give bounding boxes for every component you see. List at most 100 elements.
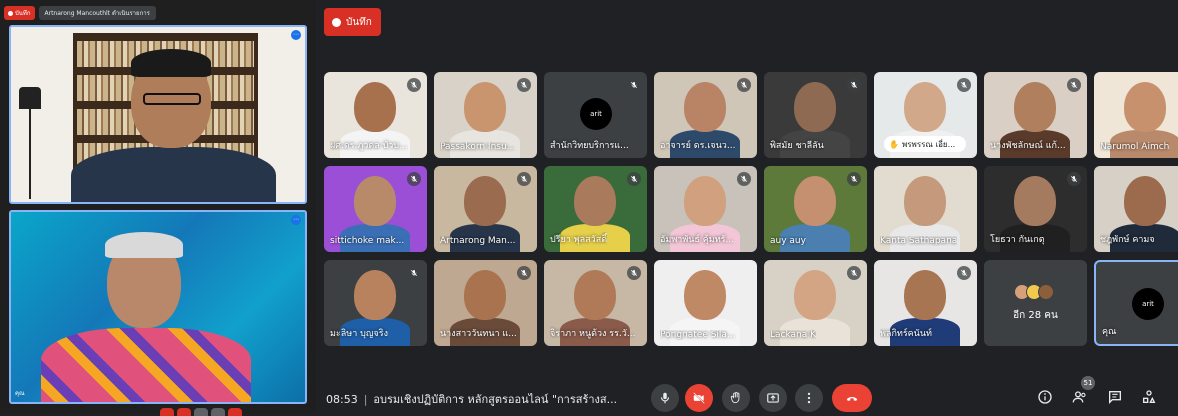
mini-control-icon[interactable] (160, 408, 174, 416)
participant-face (794, 82, 836, 132)
participant-tile[interactable]: พลกิทร์คนันท์ (874, 260, 977, 346)
mic-off-icon (737, 78, 751, 92)
chat-button[interactable] (1104, 386, 1126, 408)
meeting-time: 08:53 (326, 393, 358, 406)
participant-face (464, 176, 506, 226)
mini-control-icon[interactable] (211, 408, 225, 416)
mini-control-icon[interactable] (194, 408, 208, 416)
participant-name: Pongnatee Sila... (660, 330, 736, 340)
participant-face (794, 270, 836, 320)
participant-tile[interactable]: ✋ พรพรรณ เอี่ย... (874, 72, 977, 158)
others-count-label: อีก 28 คน (1013, 309, 1058, 321)
more-options-button[interactable] (795, 384, 823, 412)
activities-button[interactable] (1138, 386, 1160, 408)
mic-icon (660, 392, 670, 404)
participant-tile[interactable]: จิราภา หนูด้วง รร.วั... (544, 260, 647, 346)
participant-tile[interactable]: Lackana K (764, 260, 867, 346)
chat-icon (1109, 391, 1121, 404)
meeting-title: อบรมเชิงปฏิบัติการ หลักสูตรออนไลน์ "การส… (373, 393, 618, 406)
participant-name: อัมพาพันธ์ คุ้มทรั... (660, 235, 735, 245)
mic-off-icon (407, 172, 421, 186)
participant-name: ชฎพักษ์ คามจ (1100, 235, 1155, 245)
participant-name: sittichoke mak... (330, 236, 405, 246)
participant-name: พลกิทร์คนันท์ (880, 329, 932, 339)
participant-name: Lackana K (770, 330, 817, 340)
participant-name: ผศ.ดร.ภูวดล บัวบ... (330, 141, 408, 151)
raise-hand-button[interactable] (722, 384, 750, 412)
pinned-panel: บันทึก Artnarong Mancouthlt ดำเนินรายการ… (0, 0, 316, 416)
mic-off-icon (847, 172, 861, 186)
participant-count-badge: 51 (1081, 376, 1095, 390)
participant-tile[interactable]: อัมพาพันธ์ คุ้มทรั... (654, 166, 757, 252)
participant-face (1014, 176, 1056, 226)
participant-tile[interactable]: Passakorn Insu... (434, 72, 537, 158)
participant-name: อาจารย์ ดร.เจนว... (660, 141, 736, 151)
participant-tile[interactable]: พิสมัย ชาลีลัน (764, 72, 867, 158)
participant-tile[interactable]: นางพัชลักษณ์ แก้... (984, 72, 1087, 158)
meeting-meta: 08:53 | อบรมเชิงปฏิบัติการ หลักสูตรออนไลน์… (326, 393, 618, 406)
leave-call-button[interactable] (832, 384, 872, 412)
participant-tile[interactable]: โยธวา กันเกตุ (984, 166, 1087, 252)
participant-tile[interactable]: มะลิษา บุญจริง (324, 260, 427, 346)
participant-tile[interactable]: ปรียา พุลสวัสดิ์ (544, 166, 647, 252)
participant-face (904, 82, 946, 132)
more-options-icon (807, 392, 811, 404)
self-view-video[interactable]: ⋯ คุณ (9, 210, 307, 404)
recording-label: บันทึก (15, 10, 31, 17)
recording-indicator: บันทึก (4, 6, 35, 20)
raise-hand-icon: ✋ (889, 139, 899, 149)
camera-button[interactable] (685, 384, 713, 412)
mic-off-icon (517, 172, 531, 186)
participant-face (1124, 176, 1166, 226)
mic-off-icon (847, 78, 861, 92)
participant-tile[interactable]: Artnarong Man... (434, 166, 537, 252)
participant-name: Narumol Aimch (1100, 142, 1170, 152)
meeting-info-button[interactable] (1034, 386, 1056, 408)
tile-options-icon[interactable]: ⋯ (291, 215, 301, 225)
mic-off-icon (517, 266, 531, 280)
others-group: อีก 28 คน (984, 260, 1087, 346)
org-logo-icon: arit (580, 98, 612, 130)
participant-face (684, 176, 726, 226)
activities-icon (1143, 390, 1156, 403)
pinned-video-main[interactable]: ⋯ (9, 25, 307, 204)
participant-face (464, 270, 506, 320)
participant-name: นางพัชลักษณ์ แก้... (990, 141, 1066, 151)
others-avatars (1013, 283, 1054, 300)
camera-off-icon (693, 392, 705, 404)
speaker-body (71, 147, 276, 202)
mini-control-icon[interactable] (228, 408, 242, 416)
participant-tile[interactable]: อาจารย์ ดร.เจนว... (654, 72, 757, 158)
self-tile[interactable]: arit คุณ (1094, 260, 1178, 346)
mic-button[interactable] (651, 384, 679, 412)
participant-name: โยธวา กันเกตุ (990, 235, 1045, 245)
participant-tile[interactable]: Narumol Aimch (1094, 72, 1178, 158)
participant-tile[interactable]: ชฎพักษ์ คามจ (1094, 166, 1178, 252)
leave-call-icon (846, 396, 858, 401)
participant-face (354, 176, 396, 226)
participant-tile[interactable]: Kanta Sathapana (874, 166, 977, 252)
others-tile[interactable]: อีก 28 คน (984, 260, 1087, 346)
participant-face (574, 176, 616, 226)
participant-tile[interactable]: auy auy (764, 166, 867, 252)
participant-tile[interactable]: arit สำนักวิทยบริการแ... (544, 72, 647, 158)
participant-tile[interactable]: sittichoke mak... (324, 166, 427, 252)
participant-grid: ผศ.ดร.ภูวดล บัวบ... Passakorn Insu... arit… (324, 72, 1178, 346)
mic-off-icon (517, 78, 531, 92)
self-view-label: คุณ (15, 390, 25, 397)
participant-tile[interactable]: Pongnatee Sila... (654, 260, 757, 346)
participant-name: จิราภา หนูด้วง รร.วั... (550, 329, 636, 339)
participant-name: มะลิษา บุญจริง (330, 329, 389, 339)
participant-face (354, 82, 396, 132)
recording-button-label: บันทึก (346, 16, 372, 28)
mini-control-icon[interactable] (177, 408, 191, 416)
participant-tile[interactable]: นางสาววันทนา แ... (434, 260, 537, 346)
org-logo-icon: arit (1132, 288, 1164, 320)
participant-name: ปรียา พุลสวัสดิ์ (550, 235, 608, 245)
present-button[interactable] (759, 384, 787, 412)
tile-options-icon[interactable]: ⋯ (291, 30, 301, 40)
participant-tile[interactable]: ผศ.ดร.ภูวดล บัวบ... (324, 72, 427, 158)
participant-name: นางสาววันทนา แ... (440, 329, 517, 339)
recording-button[interactable]: บันทึก (324, 8, 381, 36)
mic-off-icon (737, 172, 751, 186)
